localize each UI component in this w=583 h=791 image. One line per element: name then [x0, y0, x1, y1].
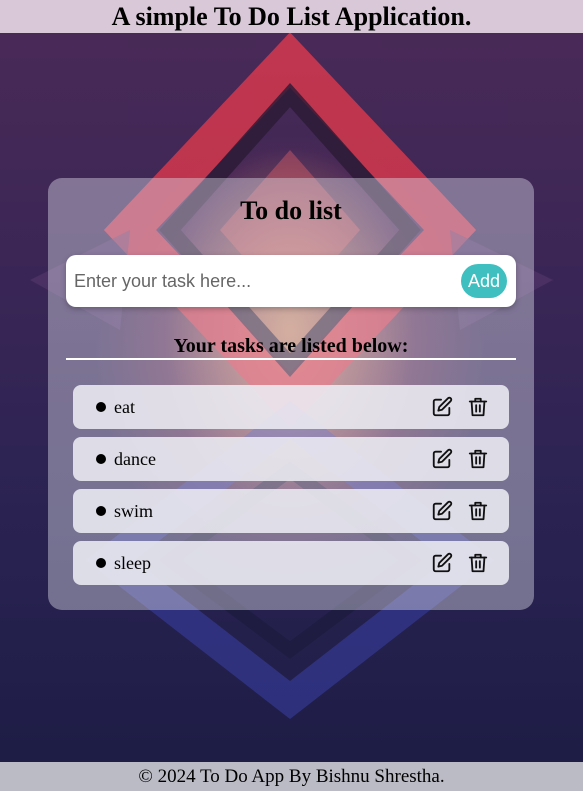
add-task-button[interactable]: Add: [461, 264, 507, 298]
bullet-icon: [96, 402, 106, 412]
app-footer: © 2024 To Do App By Bishnu Shrestha.: [0, 762, 583, 791]
task-list: eat dance swim sleep: [73, 385, 509, 593]
bullet-icon: [96, 558, 106, 568]
page-title: A simple To Do List Application.: [111, 1, 472, 31]
task-text: dance: [114, 448, 156, 469]
bullet-icon: [96, 506, 106, 516]
edit-task-button[interactable]: [430, 447, 454, 471]
task-list-heading: Your tasks are listed below:: [173, 335, 409, 357]
edit-icon: [432, 396, 453, 417]
trash-icon: [468, 553, 488, 573]
app-header: A simple To Do List Application.: [0, 0, 583, 33]
task-text: eat: [114, 396, 135, 417]
card-title: To do list: [240, 196, 342, 225]
delete-task-button[interactable]: [466, 551, 490, 575]
todo-card: To do list Add Your tasks are listed bel…: [48, 178, 534, 610]
edit-task-button[interactable]: [430, 499, 454, 523]
edit-icon: [432, 448, 453, 469]
task-text: swim: [114, 500, 154, 521]
task-item-swim: swim: [73, 489, 509, 533]
edit-icon: [432, 552, 453, 573]
footer-text: © 2024 To Do App By Bishnu Shrestha.: [138, 765, 445, 787]
divider: [66, 358, 516, 360]
trash-icon: [468, 397, 488, 417]
edit-task-button[interactable]: [430, 551, 454, 575]
delete-task-button[interactable]: [466, 447, 490, 471]
task-item-sleep: sleep: [73, 541, 509, 585]
edit-icon: [432, 500, 453, 521]
task-input-row: Add: [66, 255, 516, 307]
trash-icon: [468, 449, 488, 469]
edit-task-button[interactable]: [430, 395, 454, 419]
delete-task-button[interactable]: [466, 499, 490, 523]
task-input[interactable]: [74, 265, 444, 297]
delete-task-button[interactable]: [466, 395, 490, 419]
trash-icon: [468, 501, 488, 521]
task-text: sleep: [114, 552, 151, 573]
task-item-eat: eat: [73, 385, 509, 429]
bullet-icon: [96, 454, 106, 464]
task-item-dance: dance: [73, 437, 509, 481]
